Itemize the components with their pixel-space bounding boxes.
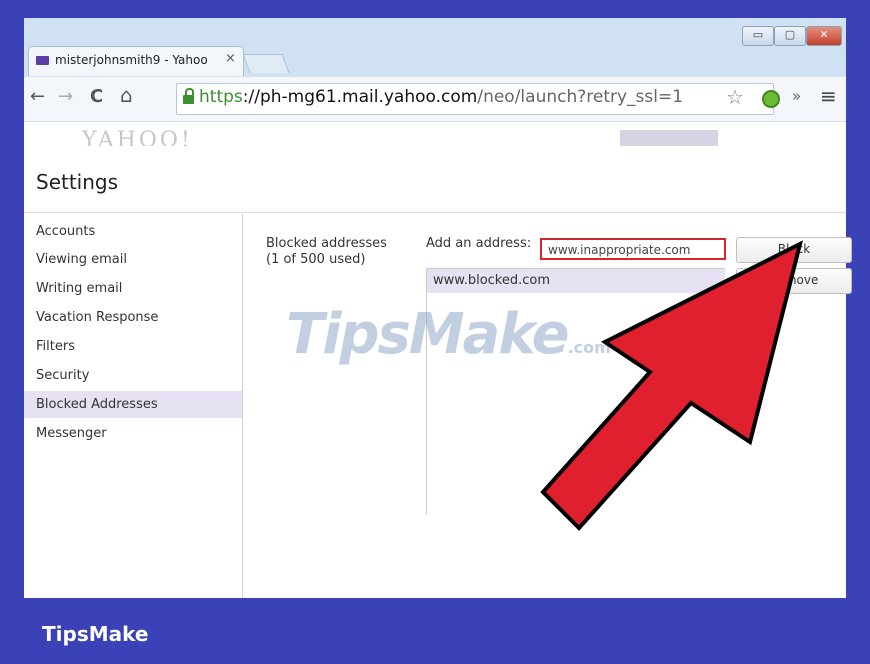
pointer-arrow-icon xyxy=(540,240,804,531)
brand-label: TipsMake xyxy=(42,622,149,646)
